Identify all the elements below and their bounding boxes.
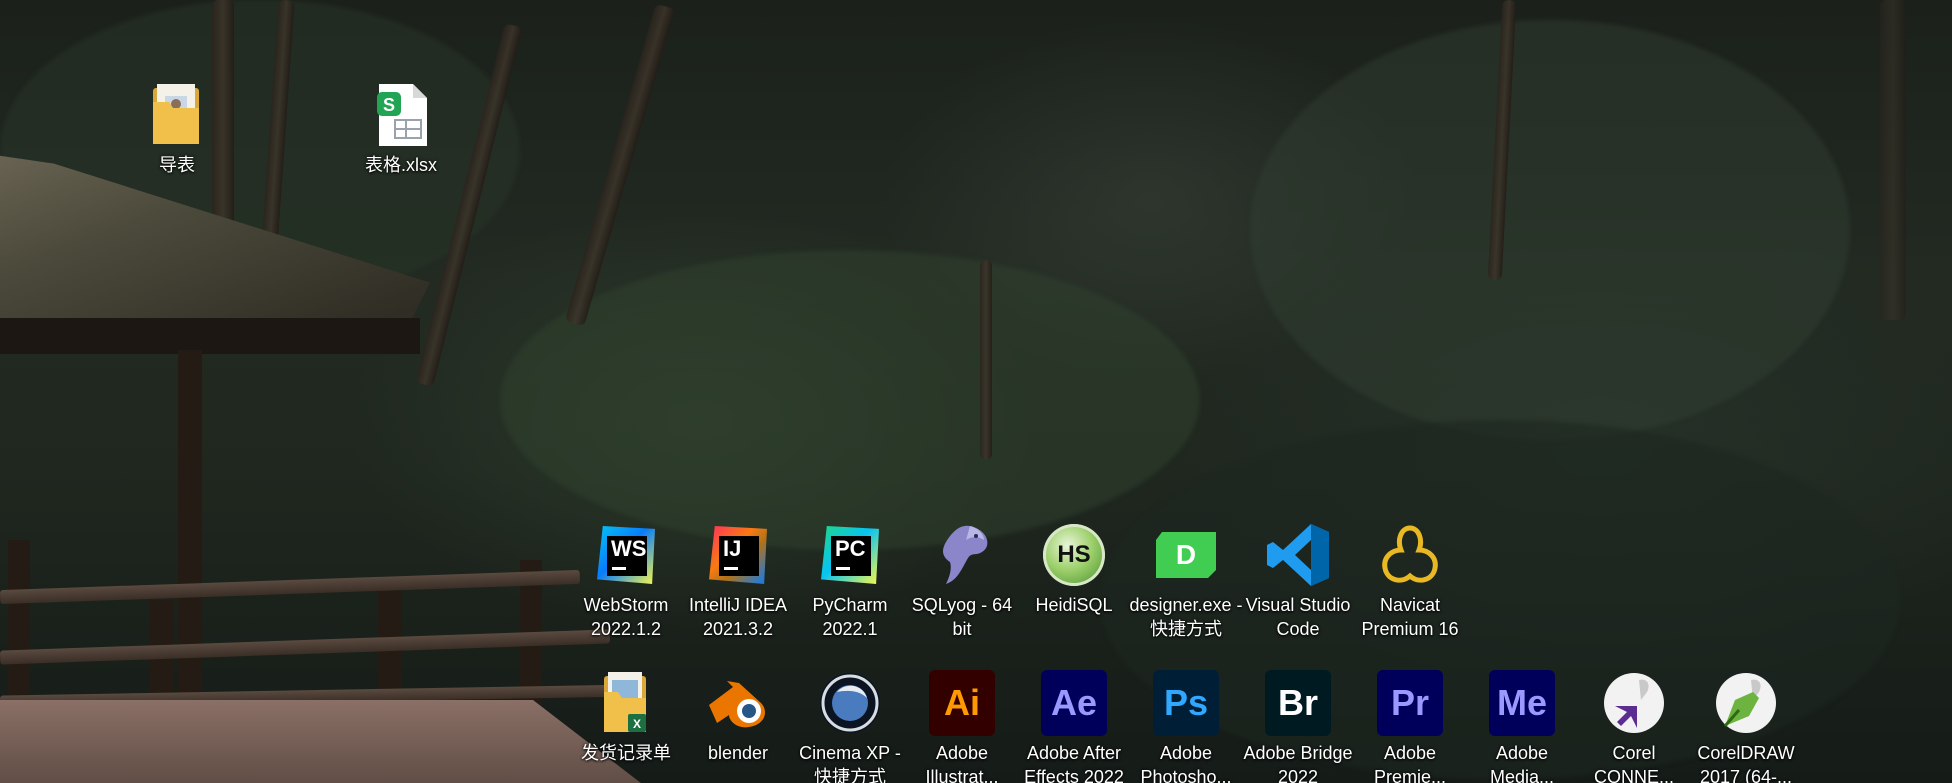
desktop: 导表 S 表格.xlsx WS WebStorm 2022.1.2 IJ Int… xyxy=(0,0,1952,783)
webstorm-icon: WS xyxy=(593,522,659,588)
desktop-icon-label: Adobe Bridge 2022 xyxy=(1243,743,1353,783)
premiere-icon: Pr xyxy=(1377,670,1443,736)
corel-connect-icon xyxy=(1601,670,1667,736)
photoshop-code: Ps xyxy=(1153,670,1219,736)
excel-folder-icon: X xyxy=(593,670,659,736)
svg-text:S: S xyxy=(383,95,395,115)
desktop-icon-photoshop[interactable]: Ps Adobe Photosho... xyxy=(1129,670,1243,783)
desktop-icon-label: Corel CONNE... xyxy=(1593,743,1674,783)
desktop-icon-blender[interactable]: blender xyxy=(681,670,795,765)
premiere-code: Pr xyxy=(1377,670,1443,736)
bridge-icon: Br xyxy=(1265,670,1331,736)
vscode-icon xyxy=(1265,522,1331,588)
folder-icon xyxy=(144,82,210,148)
pycharm-code: PC xyxy=(835,536,866,561)
desktop-icon-after-effects[interactable]: Ae Adobe After Effects 2022 xyxy=(1017,670,1131,783)
desktop-icon-shipping-record[interactable]: X 发货记录单 xyxy=(569,670,683,765)
intellij-idea-icon: IJ xyxy=(705,522,771,588)
desktop-icon-sqlyog[interactable]: SQLyog - 64 bit xyxy=(905,522,1019,641)
desktop-icon-label: 发货记录单 xyxy=(581,743,671,763)
desktop-icon-designer[interactable]: D designer.exe - 快捷方式 xyxy=(1129,522,1243,641)
desktop-icon-webstorm[interactable]: WS WebStorm 2022.1.2 xyxy=(569,522,683,641)
illustrator-icon: Ai xyxy=(929,670,995,736)
after-effects-icon: Ae xyxy=(1041,670,1107,736)
sqlyog-dolphin-icon xyxy=(929,522,995,588)
blender-icon xyxy=(705,670,771,736)
desktop-icon-cinema[interactable]: Cinema XP - 快捷方式 xyxy=(793,670,907,783)
pycharm-icon: PC xyxy=(817,522,883,588)
webstorm-code: WS xyxy=(611,536,647,561)
coreldraw-icon xyxy=(1713,670,1779,736)
desktop-icon-illustrator[interactable]: Ai Adobe Illustrat... xyxy=(905,670,1019,783)
desktop-icon-label: CorelDRAW 2017 (64-... xyxy=(1697,743,1795,783)
desktop-icon-label: Adobe Illustrat... xyxy=(925,743,999,783)
after-effects-code: Ae xyxy=(1041,670,1107,736)
qt-designer-icon: D xyxy=(1153,522,1219,588)
heidisql-code: HS xyxy=(1057,541,1091,568)
cinema4d-icon xyxy=(817,670,883,736)
desktop-icon-coreldraw[interactable]: CorelDRAW 2017 (64-... xyxy=(1689,670,1803,783)
desktop-icon-label: SQLyog - 64 bit xyxy=(911,595,1013,639)
svg-text:X: X xyxy=(633,717,641,731)
desktop-icon-spreadsheet[interactable]: S 表格.xlsx xyxy=(344,82,458,177)
heidisql-icon: HS xyxy=(1041,522,1107,588)
desktop-icon-folder[interactable]: 导表 xyxy=(120,82,234,177)
desktop-icon-navicat[interactable]: Navicat Premium 16 xyxy=(1353,522,1467,641)
bridge-code: Br xyxy=(1265,670,1331,736)
desktop-icon-label: 表格.xlsx xyxy=(365,155,437,175)
desktop-icon-label: Cinema XP - 快捷方式 xyxy=(799,743,901,783)
desktop-icon-label: WebStorm 2022.1.2 xyxy=(583,595,669,639)
desktop-icon-label: blender xyxy=(707,743,769,763)
photoshop-icon: Ps xyxy=(1153,670,1219,736)
desktop-icon-media-encoder[interactable]: Me Adobe Media... xyxy=(1465,670,1579,783)
desktop-icon-label: PyCharm 2022.1 xyxy=(812,595,888,639)
desktop-icon-premiere[interactable]: Pr Adobe Premie... xyxy=(1353,670,1467,783)
desktop-icon-label: Adobe After Effects 2022 xyxy=(1024,743,1124,783)
designer-code: D xyxy=(1176,539,1196,570)
desktop-icon-label: IntelliJ IDEA 2021.3.2 xyxy=(688,595,788,639)
media-encoder-code: Me xyxy=(1489,670,1555,736)
desktop-icon-heidisql[interactable]: HS HeidiSQL xyxy=(1017,522,1131,617)
desktop-icon-pycharm[interactable]: PC PyCharm 2022.1 xyxy=(793,522,907,641)
desktop-icon-corel-connect[interactable]: Corel CONNE... xyxy=(1577,670,1691,783)
navicat-icon xyxy=(1377,522,1443,588)
media-encoder-icon: Me xyxy=(1489,670,1555,736)
desktop-icon-label: Visual Studio Code xyxy=(1245,595,1351,639)
desktop-icon-label: HeidiSQL xyxy=(1035,595,1113,615)
desktop-icon-intellij[interactable]: IJ IntelliJ IDEA 2021.3.2 xyxy=(681,522,795,641)
illustrator-code: Ai xyxy=(929,670,995,736)
desktop-icon-vscode[interactable]: Visual Studio Code xyxy=(1241,522,1355,641)
desktop-icon-label: Adobe Media... xyxy=(1489,743,1555,783)
desktop-icon-label: designer.exe - 快捷方式 xyxy=(1129,595,1243,639)
desktop-icon-bridge[interactable]: Br Adobe Bridge 2022 xyxy=(1241,670,1355,783)
spreadsheet-file-icon: S xyxy=(368,82,434,148)
intellij-code: IJ xyxy=(723,536,742,561)
desktop-icon-label: Adobe Photosho... xyxy=(1140,743,1232,783)
desktop-icon-label: Adobe Premie... xyxy=(1373,743,1447,783)
desktop-icon-label: 导表 xyxy=(159,155,195,175)
desktop-icon-label: Navicat Premium 16 xyxy=(1361,595,1459,639)
